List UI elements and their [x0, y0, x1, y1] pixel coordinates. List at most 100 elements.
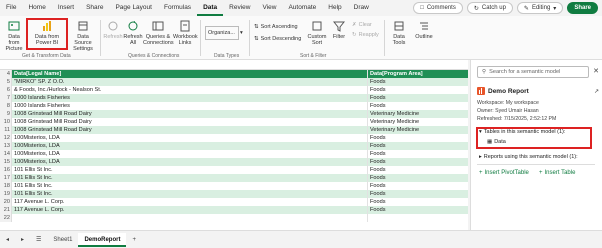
cell-legal-name[interactable]: "MIRKO" SP. Z O.O.	[12, 78, 368, 86]
menu-draw[interactable]: Draw	[348, 0, 375, 16]
menu-help[interactable]: Help	[322, 0, 347, 16]
cell-legal-name[interactable]: 1008 Grinstead Mill Road Dairy	[12, 110, 368, 118]
insert-table-button[interactable]: + Insert Table	[539, 170, 575, 176]
header-legal-name[interactable]: Data[Legal Name]	[12, 70, 368, 78]
cell-legal-name[interactable]: 100Misterios, LDA	[12, 158, 368, 166]
row-number[interactable]: 8	[0, 102, 12, 110]
custom-sort-button[interactable]: Custom Sort	[306, 20, 328, 46]
sort-ascending-button[interactable]: ⇅ Sort Ascending	[254, 24, 298, 30]
row-number[interactable]: 22	[0, 214, 12, 222]
cell-program-area[interactable]: Foods	[368, 174, 468, 182]
row-number[interactable]: 11	[0, 126, 12, 134]
cell-legal-name[interactable]: 100Misterios, LDA	[12, 142, 368, 150]
chevron-down-icon[interactable]: ▾	[240, 30, 243, 36]
cell-program-area[interactable]: Foods	[368, 182, 468, 190]
tables-section-toggle[interactable]: ▾ Tables in this semantic model (1):	[479, 129, 565, 135]
cell-legal-name[interactable]: 101 Ellis St Inc.	[12, 190, 368, 198]
editing-button[interactable]: ✎ Editing ▾	[516, 2, 564, 14]
share-button[interactable]: Share	[567, 2, 598, 14]
cell-program-area[interactable]: Foods	[368, 166, 468, 174]
formula-bar[interactable]	[0, 60, 468, 70]
cell-legal-name[interactable]	[12, 214, 368, 222]
row-number[interactable]: 5	[0, 78, 12, 86]
cell-program-area[interactable]: Foods	[368, 198, 468, 206]
cell-program-area[interactable]: Foods	[368, 134, 468, 142]
cell-legal-name[interactable]: & Foods, Inc./Hurlock - Nealson St.	[12, 86, 368, 94]
cell-program-area[interactable]: Foods	[368, 190, 468, 198]
cell-legal-name[interactable]: 1008 Grinstead Mill Road Dairy	[12, 118, 368, 126]
menu-home[interactable]: Home	[22, 0, 51, 16]
reports-section-toggle[interactable]: ▸ Reports using this semantic model (1):	[479, 154, 578, 160]
queries-connections-button[interactable]: Queries & Connections	[143, 20, 174, 46]
data-source-settings-button[interactable]: Data Source Settings	[68, 20, 98, 52]
cell-program-area[interactable]: Foods	[368, 86, 468, 94]
menu-file[interactable]: File	[0, 0, 22, 16]
row-number[interactable]: 15	[0, 158, 12, 166]
row-number[interactable]: 18	[0, 182, 12, 190]
cell-program-area[interactable]: Veterinary Medicine	[368, 118, 468, 126]
menu-page-layout[interactable]: Page Layout	[109, 0, 158, 16]
clear-button[interactable]: ✗ Clear	[352, 22, 372, 28]
menu-data[interactable]: Data	[197, 0, 224, 16]
menu-view[interactable]: View	[256, 0, 282, 16]
cell-program-area[interactable]: Foods	[368, 158, 468, 166]
cell-program-area[interactable]: Veterinary Medicine	[368, 126, 468, 134]
close-icon[interactable]: ✕	[593, 67, 599, 75]
row-number[interactable]: 19	[0, 190, 12, 198]
cell-legal-name[interactable]: 100Misterios, LDA	[12, 150, 368, 158]
row-number[interactable]: 17	[0, 174, 12, 182]
catchup-button[interactable]: ↻ Catch up	[466, 2, 513, 14]
cell-legal-name[interactable]: 1008 Grinstead Mill Road Dairy	[12, 126, 368, 134]
refresh-button[interactable]: Refresh	[103, 20, 123, 40]
menu-share[interactable]: Share	[80, 0, 109, 16]
cell-legal-name[interactable]: 101 Ellis St Inc.	[12, 174, 368, 182]
all-sheets-icon[interactable]: ☰	[30, 233, 47, 247]
menu-review[interactable]: Review	[223, 0, 256, 16]
open-external-icon[interactable]: ↗	[594, 88, 599, 95]
row-number[interactable]: 12	[0, 134, 12, 142]
cell-legal-name[interactable]: 1000 Islands Fisheries	[12, 102, 368, 110]
cell-legal-name[interactable]: 101 Ellis St Inc.	[12, 166, 368, 174]
cell-legal-name[interactable]: 117 Avenue L. Corp.	[12, 198, 368, 206]
row-number[interactable]: 6	[0, 86, 12, 94]
cell-program-area[interactable]: Veterinary Medicine	[368, 110, 468, 118]
cell-program-area[interactable]: Foods	[368, 142, 468, 150]
sort-descending-button[interactable]: ⇅ Sort Descending	[254, 36, 301, 42]
data-from-picture-button[interactable]: Data from Picture	[2, 20, 26, 52]
row-number[interactable]: 9	[0, 110, 12, 118]
data-tools-button[interactable]: Data Tools	[388, 20, 410, 46]
cell-program-area[interactable]: Foods	[368, 102, 468, 110]
header-program-area[interactable]: Data[Program Area]	[368, 70, 468, 78]
menu-insert[interactable]: Insert	[52, 0, 80, 16]
reapply-button[interactable]: ↻ Reapply	[352, 32, 379, 38]
workbook-links-button[interactable]: Workbook Links	[173, 20, 198, 46]
row-number[interactable]: 13	[0, 142, 12, 150]
semantic-model-search[interactable]: ⚲ Search for a semantic model	[477, 66, 589, 78]
row-number[interactable]: 7	[0, 94, 12, 102]
cell-legal-name[interactable]: 100Misterios, LDA	[12, 134, 368, 142]
sheet-tab-demoreport[interactable]: DemoReport	[78, 232, 127, 247]
insert-pivottable-button[interactable]: + Insert PivotTable	[479, 170, 529, 176]
row-number[interactable]: 16	[0, 166, 12, 174]
row-number[interactable]: 21	[0, 206, 12, 214]
next-sheet-icon[interactable]: ▸	[15, 233, 30, 247]
worksheet-grid[interactable]: 4 Data[Legal Name] Data[Program Area] 5 "…	[0, 70, 468, 230]
row-number[interactable]: 10	[0, 118, 12, 126]
table-item-data[interactable]: ▦ Data	[487, 139, 506, 145]
menu-automate[interactable]: Automate	[282, 0, 322, 16]
outline-button[interactable]: Outline	[414, 20, 434, 40]
cell-legal-name[interactable]: 101 Ellis St Inc.	[12, 182, 368, 190]
cell-program-area[interactable]: Foods	[368, 78, 468, 86]
organization-data-type-dropdown[interactable]: Organiza...	[205, 26, 239, 40]
row-number[interactable]: 20	[0, 198, 12, 206]
cell-program-area[interactable]: Foods	[368, 94, 468, 102]
cell-legal-name[interactable]: 1000 Islands Fisheries	[12, 94, 368, 102]
cell-legal-name[interactable]: 117 Avenue L. Corp.	[12, 206, 368, 214]
menu-formulas[interactable]: Formulas	[158, 0, 197, 16]
cell-program-area[interactable]: Foods	[368, 150, 468, 158]
comments-button[interactable]: □ Comments	[413, 2, 463, 14]
row-number[interactable]: 4	[0, 70, 12, 78]
cell-program-area[interactable]	[368, 214, 468, 222]
sheet-tab-sheet1[interactable]: Sheet1	[47, 233, 78, 247]
refresh-all-button[interactable]: Refresh All	[122, 20, 144, 46]
